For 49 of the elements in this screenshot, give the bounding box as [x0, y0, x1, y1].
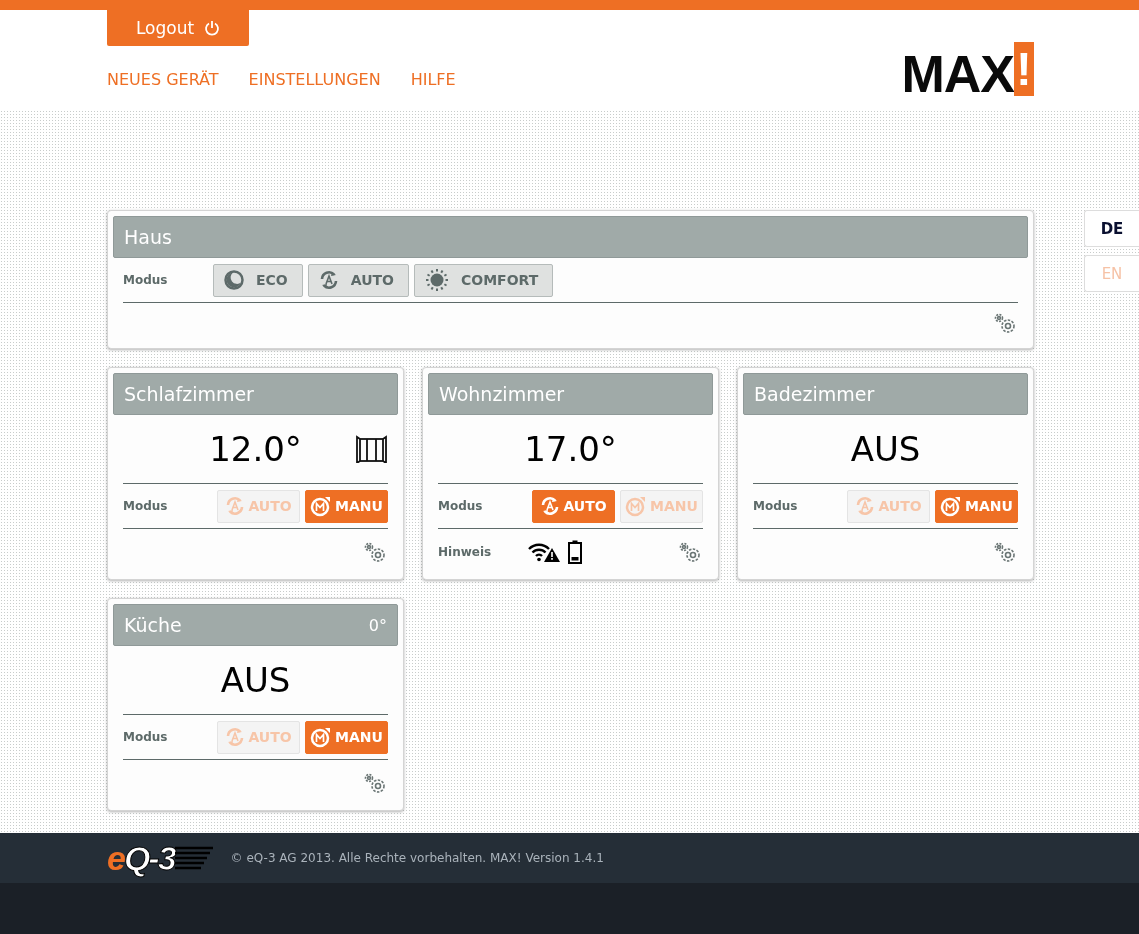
room-name: Wohnzimmer: [439, 383, 565, 405]
manual-mode-icon: [310, 495, 333, 517]
nav-link[interactable]: HILFE: [410, 70, 456, 89]
mode-button[interactable]: COMFORT: [414, 263, 554, 297]
mode-button[interactable]: AUTO: [307, 263, 409, 297]
logo-text: MAX: [901, 52, 1014, 96]
temperature-display: 12.0°: [209, 429, 302, 469]
mode-button[interactable]: ECO: [213, 263, 303, 297]
mode-button[interactable]: MANU: [305, 489, 388, 523]
room-name: Schlafzimmer: [124, 383, 254, 405]
room-name: Küche: [124, 614, 182, 636]
manual-mode-icon: [625, 495, 648, 517]
mode-button[interactable]: AUTO: [532, 489, 615, 523]
moon-icon: [224, 270, 244, 290]
battery-low-icon: [568, 539, 582, 564]
wifi-warning-icon: [528, 541, 560, 562]
logout-button[interactable]: Logout: [107, 10, 249, 46]
temperature-display: AUS: [220, 660, 291, 700]
logo-mark: !: [1014, 42, 1034, 96]
auto-mode-icon: [225, 496, 246, 516]
copyright-text: © eQ-3 AG 2013. Alle Rechte vorbehalten. MAX! Version 1.4.1: [230, 851, 604, 865]
mode-label: Modus: [753, 499, 799, 513]
power-icon: [204, 19, 221, 37]
temperature-display: 17.0°: [524, 429, 617, 469]
auto-mode-icon: [855, 496, 876, 516]
auto-mode-icon: [225, 727, 246, 747]
language-tab[interactable]: DE: [1084, 210, 1139, 247]
auto-mode-icon: [318, 270, 339, 290]
mode-label: Modus: [123, 499, 169, 513]
manual-mode-icon: [310, 726, 333, 748]
mode-label: Modus: [123, 730, 169, 744]
mode-button[interactable]: MANU: [305, 720, 388, 754]
temperature-display: AUS: [850, 429, 921, 469]
nav-link[interactable]: EINSTELLUNGEN: [248, 70, 381, 89]
hint-label: Hinweis: [438, 544, 493, 559]
settings-icon[interactable]: [992, 311, 1018, 335]
mode-label: Modus: [123, 273, 169, 287]
manual-mode-icon: [940, 495, 963, 517]
nav-link[interactable]: NEUES GERÄT: [107, 70, 219, 89]
room-name: Badezimmer: [754, 383, 875, 405]
footer-logo: eQ-3: [107, 841, 215, 875]
room-temperature-reading: 0°: [368, 615, 387, 635]
house-title: Haus: [124, 226, 172, 248]
window-icon: [356, 435, 388, 463]
sun-icon: [425, 268, 449, 292]
mode-button[interactable]: MANU: [935, 489, 1018, 523]
auto-mode-icon: [540, 496, 561, 516]
mode-label: Modus: [438, 499, 484, 513]
language-tab[interactable]: EN: [1084, 255, 1139, 292]
